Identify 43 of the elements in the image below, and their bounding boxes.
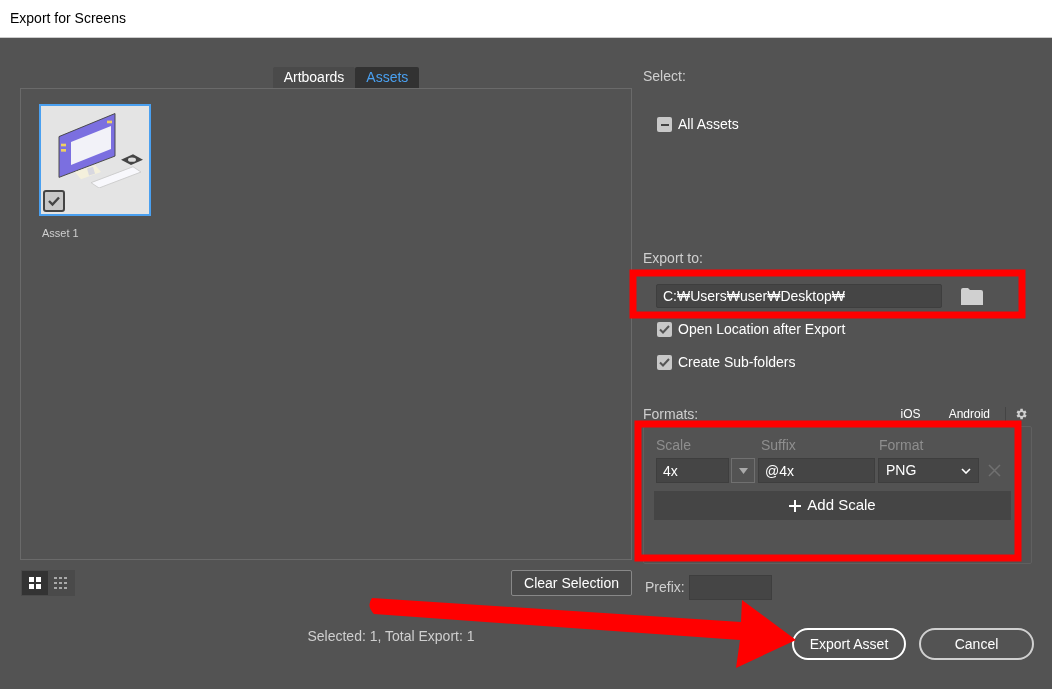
folder-icon[interactable] — [961, 287, 983, 305]
tab[interactable]: Artboards — [272, 67, 356, 88]
check-icon — [659, 358, 670, 367]
format-dropdown[interactable]: PNG — [878, 458, 979, 483]
dotted-grid-icon — [54, 577, 68, 589]
asset-checkbox[interactable] — [43, 190, 65, 212]
triangle-down-icon — [738, 467, 748, 474]
window-title: Export for Screens — [10, 9, 126, 28]
prefix-label: Prefix: — [645, 578, 685, 597]
dropdown-button[interactable] — [731, 458, 755, 483]
suffix-field[interactable]: @4x — [758, 458, 875, 483]
grid-view-button[interactable] — [22, 571, 48, 595]
formats-label: Formats: — [643, 404, 700, 424]
scale-field[interactable]: 4x — [656, 458, 729, 483]
check-icon — [47, 195, 61, 207]
checkbox[interactable] — [657, 322, 672, 337]
clear-selection-button[interactable]: Clear Selection — [511, 570, 632, 596]
platform-button[interactable]: Android — [948, 405, 990, 423]
add-scale-button[interactable]: Add Scale — [654, 491, 1011, 520]
grid-icon — [29, 577, 41, 589]
plus-icon — [789, 499, 802, 512]
checkbox-label: Open Location after Export — [678, 320, 846, 339]
status-text: Selected: 1, Total Export: 1 — [306, 627, 476, 646]
asset-label: Asset 1 — [42, 226, 80, 241]
check-icon — [659, 325, 670, 334]
platform-button[interactable]: iOS — [900, 405, 921, 423]
export-to-label: Export to: — [643, 249, 704, 268]
checkbox-label: Create Sub-folders — [678, 353, 796, 372]
column-header: Format — [878, 436, 925, 455]
list-view-button[interactable] — [48, 571, 74, 595]
select-label: Select: — [643, 67, 687, 86]
prefix-field[interactable] — [688, 575, 772, 600]
column-header: Scale — [655, 436, 693, 455]
tab[interactable]: Assets — [355, 67, 420, 88]
column-header: Suffix — [760, 436, 797, 455]
select-all-checkbox[interactable] — [657, 117, 672, 132]
chevron-down-icon — [961, 467, 971, 474]
asset-thumbnail[interactable] — [39, 104, 151, 216]
checkbox-label: All Assets — [678, 115, 739, 134]
path-field[interactable]: C:₩Users₩user₩Desktop₩ — [656, 284, 942, 308]
cancel-button[interactable]: Cancel — [919, 628, 1034, 660]
export-asset-button[interactable]: Export Asset — [792, 628, 906, 660]
checkbox[interactable] — [657, 355, 672, 370]
